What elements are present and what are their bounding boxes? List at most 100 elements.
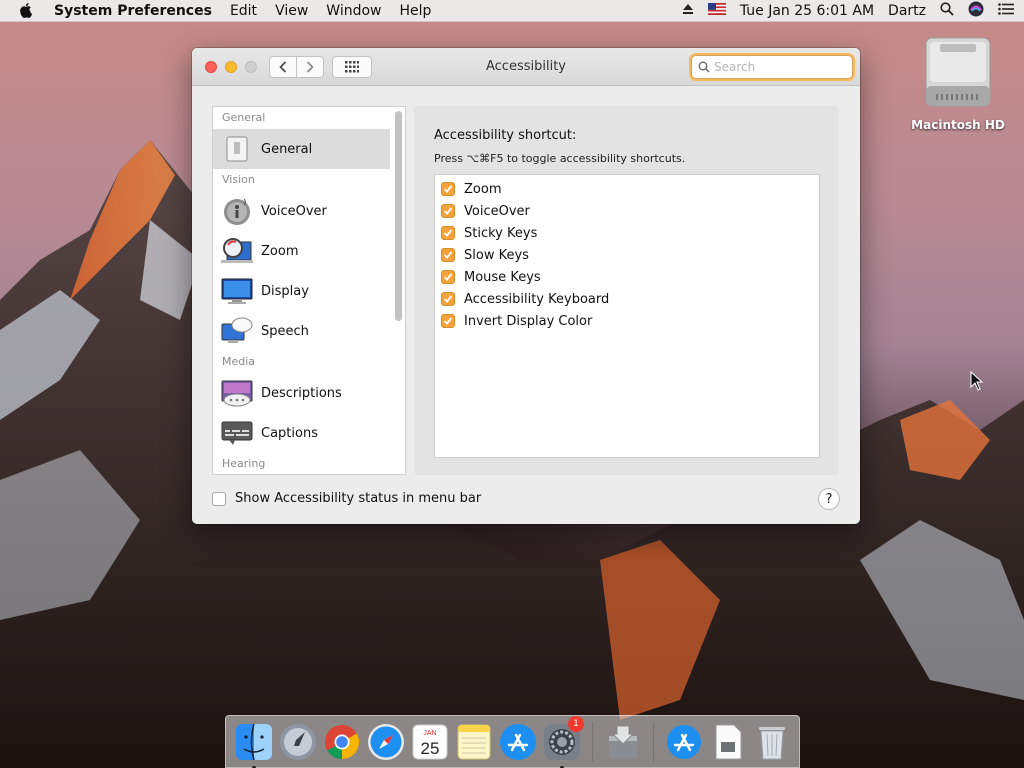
dock-calendar[interactable]: JAN 25: [410, 722, 450, 762]
menu-help[interactable]: Help: [400, 3, 432, 19]
dock-finder[interactable]: [234, 722, 274, 768]
dock: JAN 25 1: [225, 715, 800, 768]
spotlight-icon[interactable]: [940, 2, 954, 20]
option-label: Slow Keys: [464, 247, 529, 263]
sidebar-item-display[interactable]: Display: [213, 271, 390, 311]
checkbox-checked-icon[interactable]: [441, 270, 455, 284]
dock-notes[interactable]: [454, 722, 494, 762]
sidebar-scrollbar[interactable]: [395, 111, 402, 321]
sidebar-item-label: VoiceOver: [261, 203, 327, 219]
siri-icon[interactable]: [968, 1, 984, 21]
help-button[interactable]: ?: [818, 488, 840, 510]
apple-menu-icon[interactable]: [20, 2, 36, 19]
option-voiceover[interactable]: VoiceOver: [435, 200, 819, 222]
eject-icon[interactable]: [682, 3, 694, 19]
safari-icon: [368, 723, 404, 760]
trash-icon: [759, 726, 785, 759]
panel-subtext: Press ⌥⌘F5 to toggle accessibility short…: [434, 152, 686, 165]
show-status-checkbox[interactable]: [212, 491, 226, 506]
search-field[interactable]: [691, 55, 853, 79]
option-label: Invert Display Color: [464, 313, 593, 329]
shortcut-panel: Accessibility shortcut: Press ⌥⌘F5 to to…: [414, 106, 839, 475]
descriptions-icon: [221, 377, 253, 409]
option-sticky-keys[interactable]: Sticky Keys: [435, 222, 819, 244]
option-label: Zoom: [464, 181, 502, 197]
zoom-icon: [221, 235, 253, 267]
section-media: Media: [222, 355, 256, 368]
section-vision: Vision: [222, 173, 255, 186]
captions-icon: [221, 417, 253, 449]
category-sidebar: General General Vision VoiceOver Zoom Di…: [212, 106, 406, 475]
dock-chrome[interactable]: [322, 722, 362, 762]
desktop-macintosh-hd[interactable]: Macintosh HD: [905, 34, 1011, 132]
dock-app-store[interactable]: [498, 722, 538, 762]
dock-app-store-downloads[interactable]: [664, 722, 704, 762]
dock-system-preferences[interactable]: 1: [542, 715, 584, 768]
installer-icon: [609, 725, 637, 758]
checkbox-checked-icon[interactable]: [441, 248, 455, 262]
sidebar-item-label: Zoom: [261, 243, 299, 259]
general-icon: [221, 133, 253, 165]
menu-edit[interactable]: Edit: [230, 3, 257, 19]
option-label: Mouse Keys: [464, 269, 541, 285]
sidebar-item-descriptions[interactable]: Descriptions: [213, 373, 390, 413]
dock-trash[interactable]: [752, 722, 792, 762]
panel-heading: Accessibility shortcut:: [434, 128, 577, 143]
show-status-label: Show Accessibility status in menu bar: [235, 491, 482, 506]
menu-view[interactable]: View: [275, 3, 308, 19]
calendar-month: JAN: [423, 730, 436, 737]
checkbox-checked-icon[interactable]: [441, 226, 455, 240]
option-label: VoiceOver: [464, 203, 530, 219]
dock-separator: [653, 721, 654, 762]
sidebar-item-label: Captions: [261, 425, 318, 441]
sidebar-item-zoom[interactable]: Zoom: [213, 231, 390, 271]
option-label: Accessibility Keyboard: [464, 291, 610, 307]
menu-window[interactable]: Window: [326, 3, 381, 19]
section-hearing: Hearing: [222, 457, 266, 470]
option-label: Sticky Keys: [464, 225, 538, 241]
launchpad-icon: [280, 723, 316, 760]
checkbox-checked-icon[interactable]: [441, 314, 455, 328]
checkbox-checked-icon[interactable]: [441, 182, 455, 196]
sidebar-item-captions[interactable]: Captions: [213, 413, 390, 453]
dock-document[interactable]: [708, 722, 748, 762]
section-general: General: [222, 111, 266, 124]
option-slow-keys[interactable]: Slow Keys: [435, 244, 819, 266]
option-invert-display-color[interactable]: Invert Display Color: [435, 310, 819, 332]
dock-launchpad[interactable]: [278, 722, 318, 762]
sidebar-item-label: Speech: [261, 323, 309, 339]
dock-installer[interactable]: [603, 722, 643, 762]
show-status-option[interactable]: Show Accessibility status in menu bar: [212, 491, 481, 506]
option-zoom[interactable]: Zoom: [435, 178, 819, 200]
checkbox-checked-icon[interactable]: [441, 292, 455, 306]
menu-clock[interactable]: Tue Jan 25 6:01 AM: [740, 3, 874, 19]
sidebar-item-voiceover[interactable]: VoiceOver: [213, 191, 390, 231]
notification-center-icon[interactable]: [998, 3, 1014, 19]
sidebar-item-general[interactable]: General: [213, 129, 390, 169]
app-store-folder-icon: [667, 724, 701, 759]
menu-user[interactable]: Dartz: [888, 3, 926, 19]
notification-badge: 1: [568, 715, 584, 732]
calendar-icon: JAN 25: [412, 724, 448, 759]
app-store-icon: [500, 723, 536, 760]
search-icon: [698, 61, 710, 73]
sidebar-item-label: Display: [261, 283, 309, 299]
mouse-pointer-icon: [970, 371, 984, 391]
sidebar-item-speech[interactable]: Speech: [213, 311, 390, 351]
menu-app-name[interactable]: System Preferences: [54, 3, 212, 19]
sidebar-item-label: General: [261, 141, 313, 157]
shortcut-options-list: Zoom VoiceOver Sticky Keys Slow Keys Mou…: [434, 174, 820, 458]
dock-separator: [592, 721, 593, 762]
display-icon: [221, 275, 253, 307]
us-flag-icon[interactable]: [707, 3, 726, 19]
title-bar[interactable]: Accessibility: [192, 48, 860, 86]
checkbox-checked-icon[interactable]: [441, 204, 455, 218]
calendar-day: 25: [421, 739, 440, 758]
speech-icon: [221, 315, 253, 347]
option-accessibility-keyboard[interactable]: Accessibility Keyboard: [435, 288, 819, 310]
option-mouse-keys[interactable]: Mouse Keys: [435, 266, 819, 288]
dock-safari[interactable]: [366, 722, 406, 762]
search-input[interactable]: [714, 60, 844, 74]
hard-drive-icon: [925, 37, 991, 107]
document-icon: [715, 724, 742, 759]
